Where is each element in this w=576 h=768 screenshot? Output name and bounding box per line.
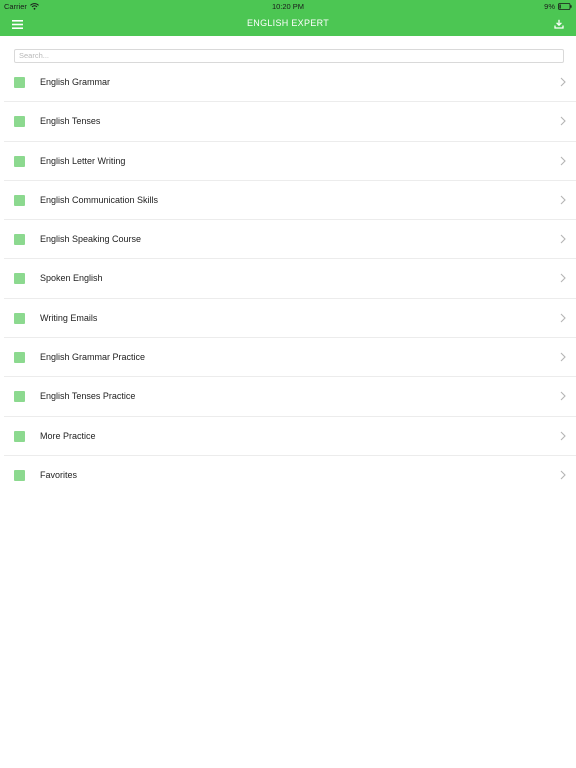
item-label: English Speaking Course [40, 234, 142, 245]
item-square-icon [14, 194, 25, 206]
menu-list: English Grammar English Tenses English L… [4, 63, 576, 495]
page-title: ENGLISH EXPERT [246, 18, 330, 28]
chevron-right-icon [560, 195, 566, 205]
list-item-spoken-english[interactable]: Spoken English [4, 259, 576, 299]
list-item-writing-emails[interactable]: Writing Emails [4, 299, 576, 339]
nav-bar: ENGLISH EXPERT [0, 12, 576, 36]
list-item-english-tenses[interactable]: English Tenses [4, 102, 576, 142]
chevron-right-icon [560, 77, 566, 87]
list-item-english-grammar[interactable]: English Grammar [4, 63, 576, 103]
item-label: English Tenses Practice [40, 391, 136, 402]
item-label: Writing Emails [40, 312, 98, 323]
search-input[interactable] [14, 48, 564, 63]
list-item-english-grammar-practice[interactable]: English Grammar Practice [4, 338, 576, 378]
list-item-english-tenses-practice[interactable]: English Tenses Practice [4, 377, 576, 417]
list-item-english-speaking-course[interactable]: English Speaking Course [4, 220, 576, 260]
download-button[interactable] [552, 17, 566, 31]
chevron-right-icon [560, 273, 566, 283]
battery-icon [558, 3, 572, 10]
item-label: More Practice [40, 430, 96, 441]
chevron-right-icon [560, 352, 566, 362]
item-label: English Letter Writing [40, 155, 126, 166]
item-square-icon [14, 77, 25, 88]
item-square-icon [14, 391, 25, 403]
list-item-english-communication-skills[interactable]: English Communication Skills [4, 181, 576, 221]
chevron-right-icon [560, 156, 566, 166]
list-item-english-letter-writing[interactable]: English Letter Writing [4, 142, 576, 181]
status-bar: Carrier 10:20 PM 9% [0, 0, 576, 12]
status-time: 10:20 PM [271, 2, 305, 11]
item-label: Spoken English [40, 273, 103, 284]
item-square-icon [14, 273, 25, 285]
download-icon [554, 19, 564, 29]
list-item-more-practice[interactable]: More Practice [4, 417, 576, 456]
item-square-icon [14, 430, 25, 442]
chevron-right-icon [560, 431, 566, 441]
item-square-icon [14, 352, 25, 364]
item-label: English Communication Skills [40, 194, 159, 205]
item-label: English Tenses [40, 116, 101, 127]
item-square-icon [14, 155, 25, 167]
chevron-right-icon [560, 313, 566, 323]
chevron-right-icon [560, 116, 566, 126]
item-square-icon [14, 234, 25, 246]
list-item-favorites[interactable]: Favorites [4, 456, 576, 495]
item-label: English Grammar Practice [40, 352, 146, 363]
top-bar: Carrier 10:20 PM 9% ENGLISH EXPERT [0, 0, 576, 36]
item-square-icon [14, 312, 25, 324]
battery-percent: 9% [544, 2, 555, 11]
status-battery: 9% [544, 2, 572, 11]
item-square-icon [14, 469, 25, 481]
item-label: Favorites [40, 469, 78, 480]
search-bar [14, 45, 564, 63]
chevron-right-icon [560, 234, 566, 244]
item-square-icon [14, 116, 25, 128]
chevron-right-icon [560, 470, 566, 480]
chevron-right-icon [560, 391, 566, 401]
item-label: English Grammar [40, 77, 111, 87]
